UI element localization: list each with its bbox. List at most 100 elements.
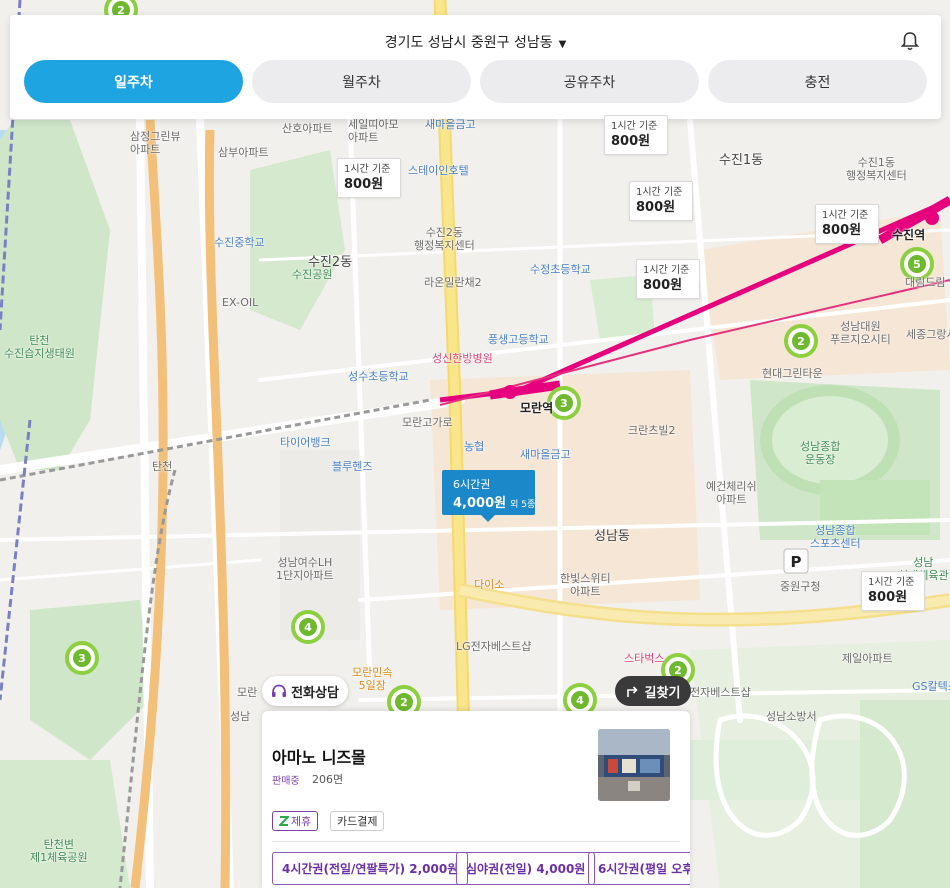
map-label: 성남동 (594, 529, 630, 544)
map-label: 예건체리쉬 아파트 (706, 480, 757, 506)
price-marker-price: 800원 (611, 134, 651, 149)
map-label: 탄천 수진습지생태원 (4, 334, 75, 360)
map-label: 현대그린타운 (762, 367, 823, 380)
tab-daily[interactable]: 일주차 (24, 60, 243, 103)
price-marker[interactable]: 1시간 기준 800원 (337, 158, 401, 198)
map-label: 블루헨즈 (332, 460, 373, 473)
map-label: 삼부아파트 (218, 146, 269, 159)
map-label: 산호아파트 (282, 122, 333, 135)
map-label: 중원구청 (780, 580, 821, 593)
map-label: LG전자베스트샵 (456, 640, 532, 653)
parking-detail-panel[interactable]: 아마노 니즈몰 판매중 206면 제휴 카드결제 4시간권(전일/연팔특가) 2… (262, 711, 690, 888)
turn-right-arrow-icon (626, 685, 638, 697)
map-label: 세일띠아모 아파트 (348, 118, 399, 144)
map-label: 성신한방병원 (432, 352, 493, 365)
price-marker-label: 1시간 기준 (822, 210, 869, 221)
location-selector[interactable]: 경기도 성남시 중원구 성남동 ▼ (10, 32, 941, 52)
price-marker[interactable]: 1시간 기준 800원 (861, 571, 925, 611)
parking-type-tabs: 일주차 월주차 공유주차 충전 (24, 60, 927, 103)
map-label: 라온밀란채2 (424, 276, 482, 289)
sale-status: 판매중 (272, 776, 300, 787)
map-label: 수진1동 행정복지센터 (846, 156, 907, 182)
location-label: 경기도 성남시 중원구 성남동 (384, 35, 553, 51)
map-label: 새마을금고 (425, 118, 476, 131)
map-label: 모란역 (520, 401, 554, 415)
map-label: 성남여수LH 1단지아파트 (276, 556, 334, 582)
price-marker-price: 800원 (344, 177, 384, 192)
svg-text:P: P (791, 553, 802, 571)
price-marker[interactable]: 1시간 기준 800원 (636, 259, 700, 299)
call-consult-button[interactable]: 전화상담 (262, 676, 348, 706)
map-label: 제일아파트 (842, 652, 893, 665)
price-marker-label: 1시간 기준 (868, 577, 915, 588)
space-count: 206면 (312, 773, 344, 786)
parking-lot-photo[interactable] (598, 729, 670, 801)
price-marker-price: 800원 (868, 590, 908, 605)
cluster-count: 5 (913, 258, 921, 271)
map-label: 모란 (237, 686, 258, 699)
tab-monthly[interactable]: 월주차 (252, 60, 471, 103)
selected-marker-price: 4,000원 외 5종 (453, 496, 536, 511)
map-label: 모란민속 5일장 (352, 666, 393, 692)
ticket-option[interactable]: 6시간권(평일 오후 (588, 852, 690, 885)
cluster-count: 2 (797, 335, 805, 348)
map-label: 수정초등학교 (530, 263, 591, 276)
map-label: 크란츠빌2 (628, 424, 676, 437)
map-label: 성남대원 푸르지오시티 (830, 320, 891, 346)
tab-charging[interactable]: 충전 (708, 60, 927, 103)
map-label: 대림드림 (905, 276, 946, 289)
map-label: 세종그랑시 (906, 328, 950, 341)
map-label: 수진중학교 (214, 236, 265, 249)
chevron-down-icon: ▼ (558, 39, 567, 50)
headset-icon (272, 684, 287, 697)
map-label: 탄천 (152, 460, 173, 473)
parking-lot-name: 아마노 니즈몰 (272, 748, 366, 767)
tab-shared[interactable]: 공유주차 (480, 60, 699, 103)
map-label: 새마을금고 (520, 448, 571, 461)
price-marker-label: 1시간 기준 (636, 187, 683, 198)
cluster-marker: 2 (784, 324, 818, 358)
price-marker-label: 1시간 기준 (344, 164, 391, 175)
price-marker[interactable]: 1시간 기준 800원 (604, 115, 668, 155)
price-marker-price: 800원 (643, 278, 683, 293)
top-panel: 경기도 성남시 중원구 성남동 ▼ 일주차 월주차 공유주차 충전 (10, 15, 941, 119)
price-marker[interactable]: 1시간 기준 800원 (815, 204, 879, 244)
map-label: 성남종합 운동장 (800, 440, 841, 466)
map-label: GS칼텍스 (912, 680, 950, 693)
bell-icon[interactable] (901, 31, 919, 51)
map-label: 탄천변 제1체육공원 (30, 838, 88, 864)
selected-marker-label: 6시간권 (453, 478, 491, 491)
selected-price-marker[interactable]: 6시간권 4,000원 외 5종 (442, 470, 536, 522)
cluster-count: 3 (560, 397, 568, 410)
cluster-marker: 3 (547, 386, 581, 420)
cluster-marker: 5 (900, 247, 934, 281)
map-label: 타이어뱅크 (280, 436, 331, 449)
parking-marker: P (783, 548, 809, 574)
ticket-option[interactable]: 4시간권(전일/연팔특가) 2,000원 (272, 852, 469, 885)
map-label: 성남소방서 (766, 710, 817, 723)
partner-badge: 제휴 (272, 811, 319, 831)
map-label: 농협 (464, 440, 485, 453)
cluster-count: 4 (304, 621, 312, 634)
cluster-count: 4 (576, 694, 584, 707)
map-label: 수진2동 행정복지센터 (414, 226, 475, 252)
cluster-count: 3 (78, 652, 86, 665)
map-label: 전자베스트샵 (690, 686, 751, 699)
directions-button[interactable]: 길찾기 (615, 676, 691, 706)
price-marker[interactable]: 1시간 기준 800원 (629, 181, 693, 221)
map-label: 모란고가로 (402, 416, 453, 429)
map-label: 성남 (230, 710, 251, 723)
map-label: 한빛스위티 아파트 (560, 572, 611, 598)
ticket-option[interactable]: 심야권(전일) 4,000원 (456, 852, 596, 885)
ticket-list[interactable]: 4시간권(전일/연팔특가) 2,000원 심야권(전일) 4,000원 6시간권… (272, 852, 690, 886)
map-label: 성남종합 스포츠센터 (810, 524, 861, 550)
map-label: 삼정그린뷰 아파트 (130, 130, 181, 156)
map-label: 스타벅스 (624, 652, 665, 665)
marker-pointer (481, 515, 495, 522)
map-label: 수진1동 (719, 153, 764, 168)
divider (272, 841, 680, 842)
map-label: 다이소 (474, 578, 505, 591)
map-label: EX-OIL (222, 296, 259, 309)
price-marker-label: 1시간 기준 (643, 265, 690, 276)
card-payment-badge: 카드결제 (330, 811, 385, 831)
